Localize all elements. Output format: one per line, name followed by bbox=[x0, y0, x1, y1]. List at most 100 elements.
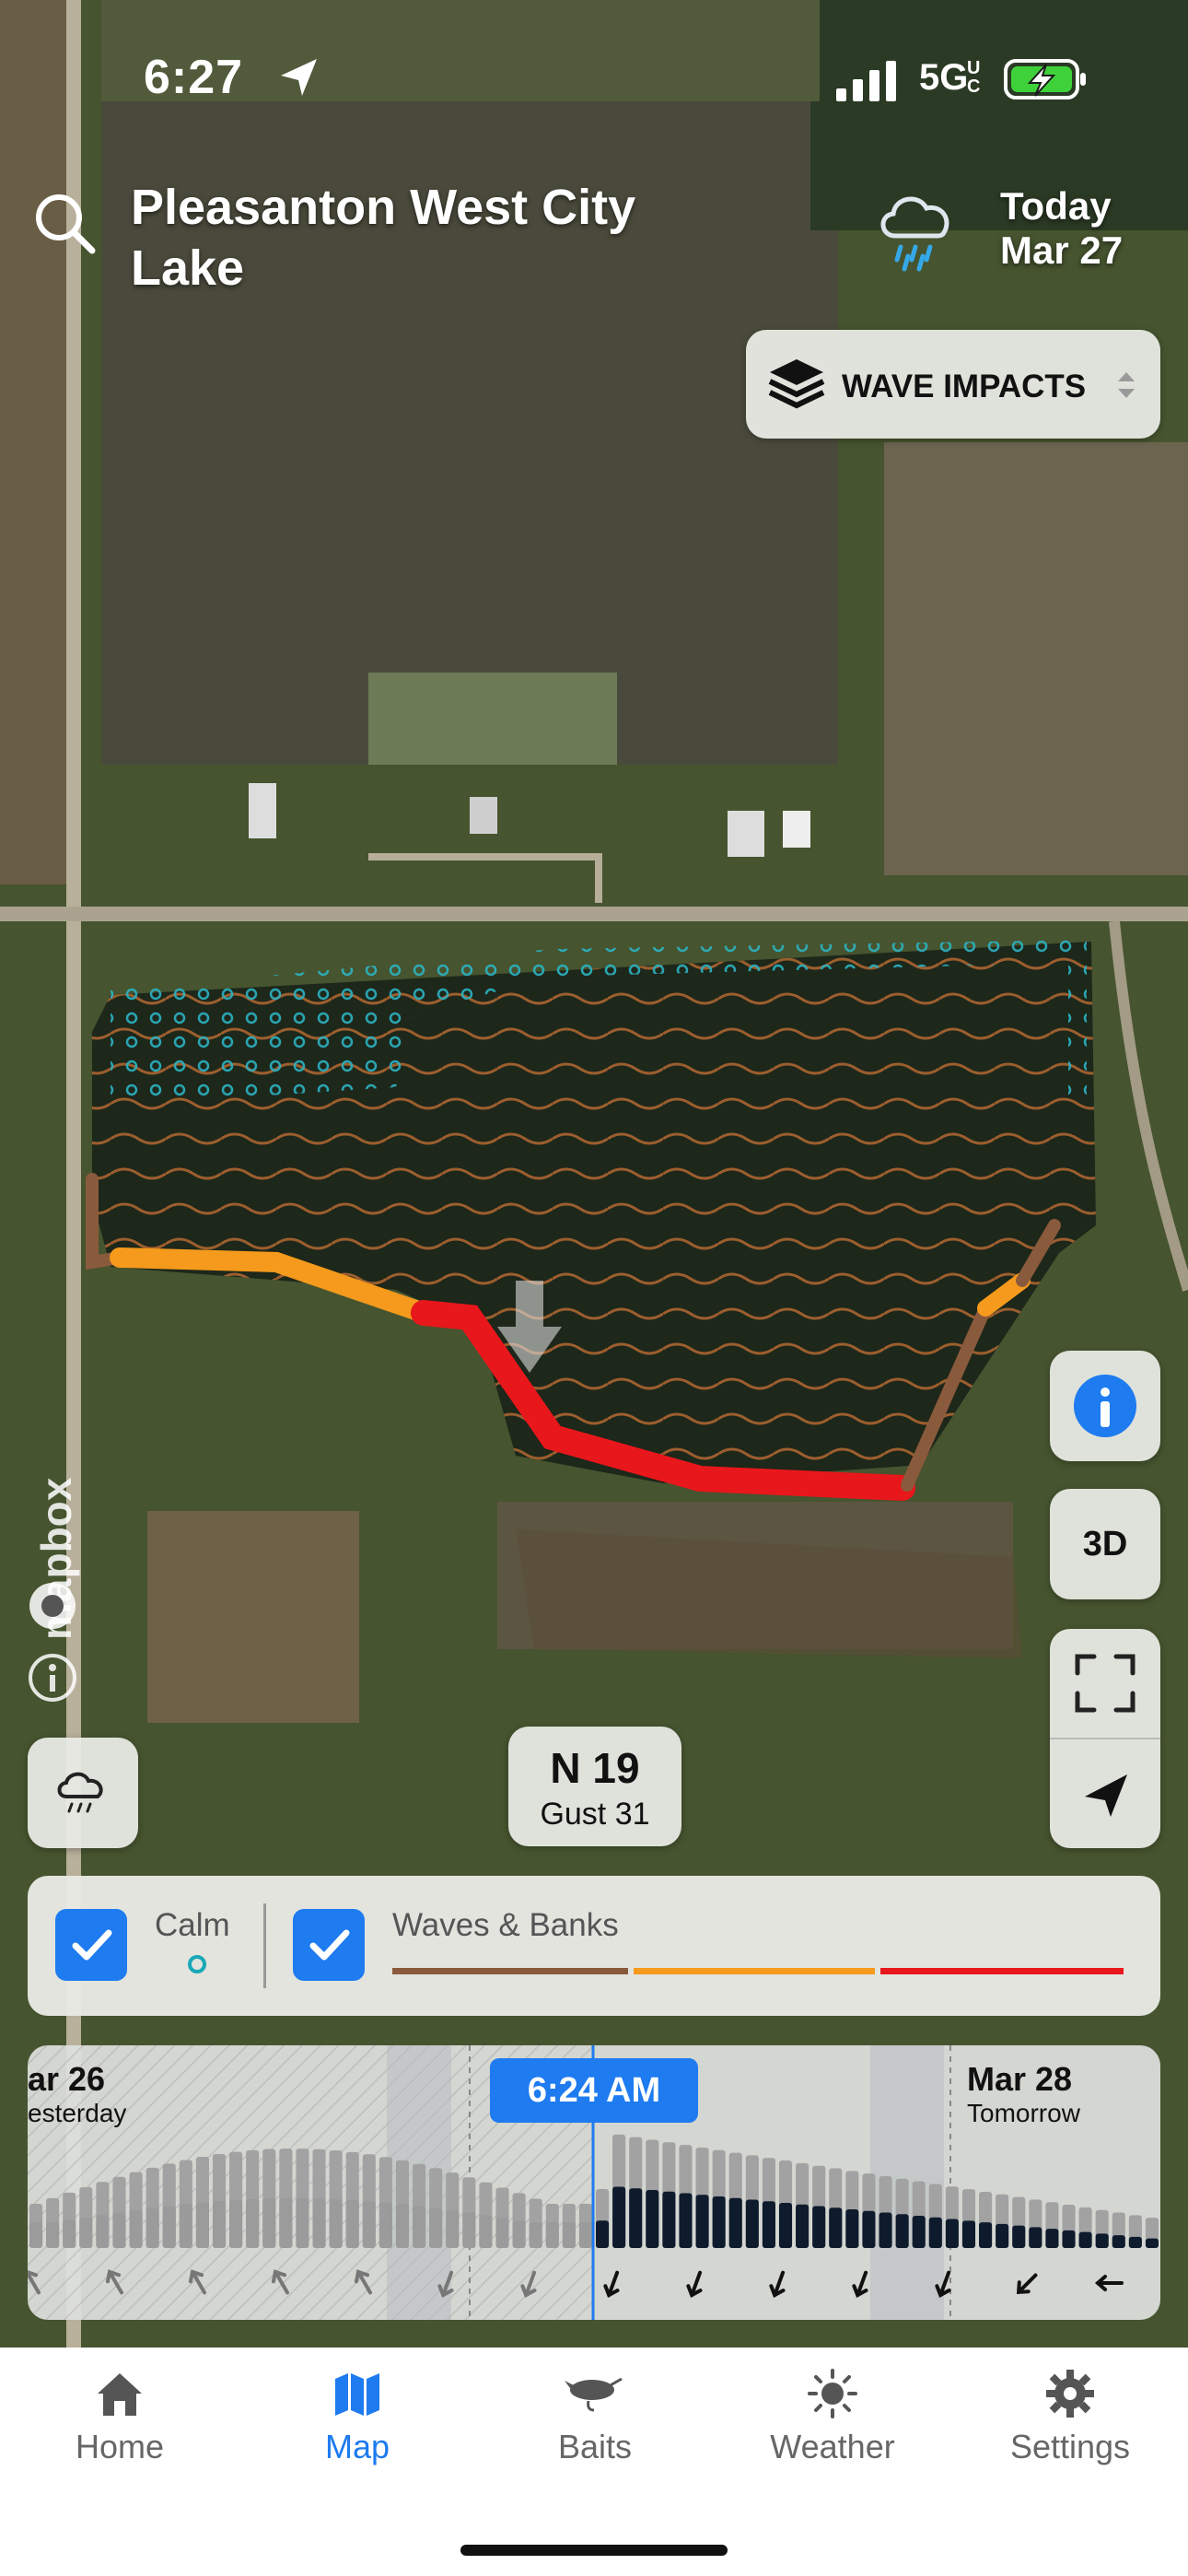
wind-direction-arrow bbox=[769, 2270, 786, 2299]
timeline-wind-bar bbox=[712, 2196, 726, 2248]
wind-direction-arrow bbox=[1016, 2273, 1038, 2295]
yesterday-date: ar 26 bbox=[28, 2060, 106, 2098]
timeline-wind-bar bbox=[63, 2219, 76, 2248]
tab-settings-label: Settings bbox=[1009, 2428, 1131, 2465]
gear-icon bbox=[1046, 2370, 1094, 2418]
timeline-wind-bar bbox=[146, 2207, 159, 2248]
wind-timeline[interactable]: ar 26 esterday Mar 28 Tomorrow 6:24 AM bbox=[28, 2045, 1160, 2320]
home-indicator bbox=[460, 2545, 728, 2556]
timeline-wind-bar bbox=[96, 2215, 110, 2248]
timeline-wind-bar bbox=[229, 2199, 243, 2248]
wave-scale-high bbox=[880, 1968, 1124, 1974]
timeline-wind-bar bbox=[1045, 2229, 1059, 2248]
timeline-wind-bar bbox=[162, 2206, 176, 2248]
search-icon[interactable] bbox=[31, 190, 98, 256]
tab-baits[interactable]: Baits bbox=[503, 2368, 687, 2466]
wave-scale-low bbox=[392, 1968, 628, 1974]
timeline-wind-bar bbox=[296, 2198, 309, 2248]
current-time-badge[interactable]: 6:24 AM bbox=[490, 2058, 698, 2123]
timeline-wind-bar bbox=[462, 2212, 476, 2248]
tab-weather-label: Weather bbox=[770, 2428, 895, 2465]
map-view-controls bbox=[1050, 1629, 1160, 1848]
tab-map[interactable]: Map bbox=[265, 2368, 449, 2466]
wind-direction-arrow bbox=[686, 2270, 703, 2299]
timeline-wind-bar bbox=[1062, 2230, 1076, 2248]
clock-time: 6:27 bbox=[144, 51, 244, 104]
network-suffix: UC bbox=[967, 58, 981, 97]
sun-icon bbox=[808, 2369, 857, 2418]
timeline-wind-bar bbox=[545, 2222, 559, 2248]
location-services-icon bbox=[281, 59, 317, 96]
timeline-wind-bar bbox=[479, 2215, 493, 2248]
tab-weather[interactable]: Weather bbox=[740, 2368, 925, 2466]
timeline-wind-bar bbox=[279, 2198, 293, 2248]
calm-dot-icon bbox=[188, 1955, 206, 1973]
network-type: 5G bbox=[919, 57, 969, 98]
timeline-wind-bar bbox=[512, 2220, 526, 2248]
layers-icon bbox=[768, 359, 825, 409]
wind-direction-arrow bbox=[1094, 2275, 1124, 2291]
attribution-info-icon[interactable] bbox=[26, 1651, 79, 1704]
timeline-wind-bar bbox=[1112, 2235, 1125, 2248]
tab-home[interactable]: Home bbox=[28, 2368, 212, 2466]
timeline-wind-bar bbox=[695, 2195, 709, 2248]
rain-cloud-icon bbox=[57, 1772, 103, 1813]
timeline-wind-bar bbox=[1078, 2231, 1092, 2248]
layer-selector-label: WAVE IMPACTS bbox=[842, 369, 1087, 404]
info-icon bbox=[1074, 1375, 1136, 1437]
date-line-date: Mar 27 bbox=[1000, 228, 1124, 272]
chevron-up-down-icon bbox=[1118, 372, 1135, 398]
timeline-wind-bar bbox=[562, 2222, 576, 2248]
tab-settings[interactable]: Settings bbox=[978, 2368, 1162, 2466]
timeline-wind-bar bbox=[745, 2199, 759, 2248]
signal-strength-icon bbox=[836, 61, 896, 101]
waves-checkbox[interactable] bbox=[293, 1909, 365, 1981]
timeline-wind-bar bbox=[829, 2207, 843, 2248]
tab-bar: Home Map Baits Weather Settings bbox=[0, 2348, 1188, 2576]
timeline-wind-bar bbox=[845, 2209, 859, 2248]
timeline-wind-bar bbox=[395, 2204, 410, 2248]
wind-readout[interactable]: N 19 Gust 31 bbox=[508, 1727, 681, 1846]
timeline-wind-bar bbox=[246, 2198, 260, 2248]
timeline-wind-bar bbox=[895, 2214, 909, 2248]
timeline-wind-bar bbox=[646, 2190, 659, 2248]
timeline-wind-bar bbox=[79, 2217, 93, 2248]
fullscreen-icon[interactable] bbox=[1050, 1629, 1160, 1738]
location-arrow-icon[interactable] bbox=[1050, 1739, 1160, 1848]
info-button[interactable] bbox=[1050, 1351, 1160, 1461]
3d-toggle-button[interactable]: 3D bbox=[1050, 1489, 1160, 1599]
timeline-wind-bar bbox=[728, 2197, 742, 2248]
timeline-wind-bar bbox=[379, 2202, 392, 2248]
tab-baits-label: Baits bbox=[557, 2428, 633, 2465]
timeline-wind-bar bbox=[129, 2209, 143, 2248]
lure-icon bbox=[565, 2377, 623, 2412]
timeline-wind-bar bbox=[262, 2198, 276, 2248]
mapbox-attribution[interactable]: mapbox bbox=[20, 1382, 94, 1702]
timeline-wind-bar bbox=[879, 2212, 892, 2248]
timeline-wind-bar bbox=[1128, 2236, 1142, 2248]
checkmark-icon bbox=[309, 1929, 350, 1961]
timeline-wind-bar bbox=[1095, 2233, 1109, 2248]
timeline-wind-bar bbox=[1029, 2227, 1042, 2248]
weather-overlay-button[interactable] bbox=[28, 1738, 138, 1848]
timeline-wind-bar bbox=[578, 2222, 592, 2248]
3d-label: 3D bbox=[1082, 1525, 1128, 1563]
timeline-wind-bar bbox=[329, 2198, 343, 2248]
timeline-wind-bar bbox=[778, 2203, 793, 2248]
timeline-wind-bar bbox=[413, 2206, 426, 2248]
timeline-wind-bar bbox=[596, 2220, 610, 2248]
forecast-date[interactable]: Today Mar 27 bbox=[1000, 184, 1123, 273]
lake-name[interactable]: Pleasanton West City Lake bbox=[131, 177, 720, 299]
calm-checkbox[interactable] bbox=[55, 1909, 127, 1981]
legend-divider bbox=[263, 1903, 266, 1988]
timeline-wind-bar bbox=[945, 2219, 959, 2248]
timeline-wind-bar bbox=[1145, 2238, 1159, 2248]
timeline-wind-bar bbox=[762, 2201, 775, 2248]
timeline-wind-bar bbox=[345, 2199, 359, 2248]
timeline-wind-bar bbox=[179, 2204, 192, 2248]
timeline-wind-bar bbox=[446, 2210, 460, 2248]
timeline-wind-bar bbox=[495, 2218, 509, 2248]
timeline-wind-bar bbox=[29, 2222, 43, 2248]
timeline-wind-bar bbox=[529, 2222, 542, 2248]
layer-selector-button[interactable]: WAVE IMPACTS bbox=[746, 330, 1160, 439]
